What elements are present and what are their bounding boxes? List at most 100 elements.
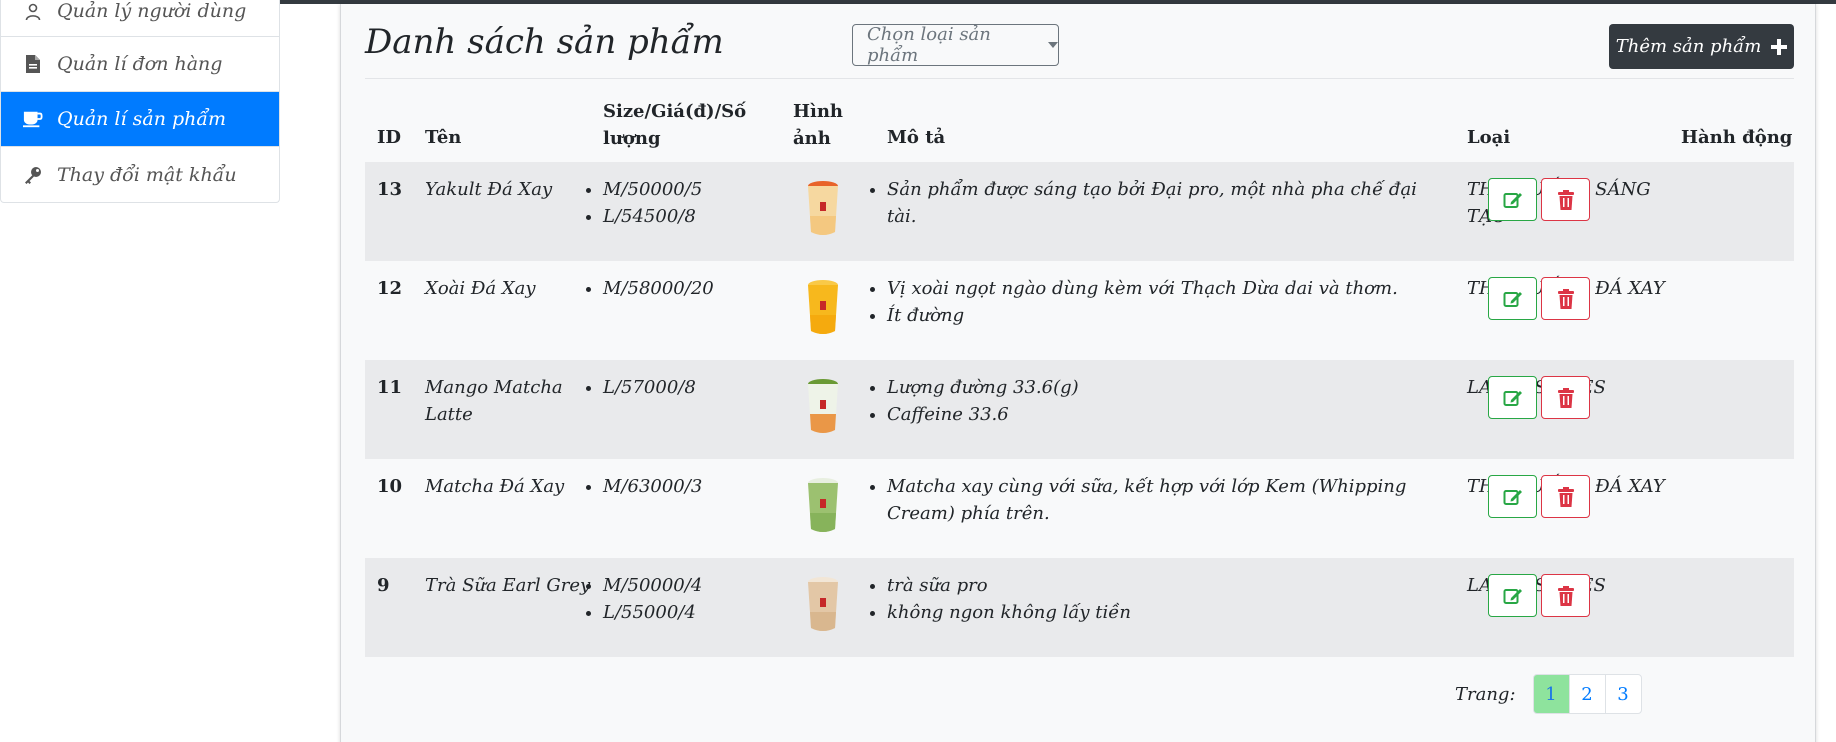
size-item: L/57000/8 <box>603 374 696 401</box>
cell-id: 12 <box>377 278 403 299</box>
edit-button[interactable] <box>1488 178 1537 221</box>
sidebar-item-users[interactable]: Quản lý người dùng <box>1 0 279 37</box>
description-item: Ít đường <box>887 302 1447 329</box>
description-item: Sản phẩm được sáng tạo bởi Đại pro, một … <box>887 176 1447 230</box>
category-select[interactable]: Chọn loại sản phẩm <box>852 24 1059 66</box>
header-name: Tên <box>425 127 462 148</box>
edit-button[interactable] <box>1488 277 1537 320</box>
header-actions: Hành động <box>1681 127 1793 148</box>
cell-description: Sản phẩm được sáng tạo bởi Đại pro, một … <box>887 176 1447 230</box>
product-image <box>808 280 838 334</box>
cell-name: Trà Sữa Earl Grey <box>425 575 591 596</box>
description-item: Lượng đường 33.6(g) <box>887 374 1447 401</box>
delete-button[interactable] <box>1541 376 1590 419</box>
sidebar-item-label: Quản lí sản phẩm <box>57 108 227 130</box>
cell-name: Yakult Đá Xay <box>425 179 553 200</box>
trash-icon <box>1557 387 1574 408</box>
edit-icon <box>1503 588 1522 604</box>
delete-button[interactable] <box>1541 277 1590 320</box>
header-size-line1: Size/Giá(đ)/Số <box>603 101 747 122</box>
delete-button[interactable] <box>1541 178 1590 221</box>
divider <box>365 78 1794 79</box>
sidebar-item-password[interactable]: Thay đổi mật khẩu <box>1 147 279 202</box>
cell-description: Vị xoài ngọt ngào dùng kèm với Thạch Dừa… <box>887 275 1447 329</box>
header-description: Mô tả <box>887 127 946 148</box>
description-item: Matcha xay cùng với sữa, kết hợp với lớp… <box>887 473 1447 527</box>
cell-description: Matcha xay cùng với sữa, kết hợp với lớp… <box>887 473 1447 527</box>
edit-button[interactable] <box>1488 475 1537 518</box>
sidebar-item-label: Quản lý người dùng <box>57 0 247 22</box>
header-size: Size/Giá(đ)/Số lượng <box>603 98 746 152</box>
product-table: ID Tên Size/Giá(đ)/Số lượng Hình ảnh Mô … <box>365 82 1794 657</box>
edit-button[interactable] <box>1488 574 1537 617</box>
header-image: Hình ảnh <box>793 98 843 152</box>
trash-icon <box>1557 585 1574 606</box>
cell-name: Xoài Đá Xay <box>425 278 536 299</box>
cell-sizes: L/57000/8 <box>603 374 696 401</box>
description-item: Vị xoài ngọt ngào dùng kèm với Thạch Dừa… <box>887 275 1447 302</box>
edit-button[interactable] <box>1488 376 1537 419</box>
trash-icon <box>1557 486 1574 507</box>
cell-sizes: M/50000/4L/55000/4 <box>603 572 702 626</box>
product-image <box>808 379 838 433</box>
size-item: L/55000/4 <box>603 599 702 626</box>
header-id: ID <box>377 127 402 148</box>
table-row: 11 Mango Matcha Latte L/57000/8 Lượng đư… <box>365 360 1794 459</box>
delete-button[interactable] <box>1541 574 1590 617</box>
size-item: L/54500/8 <box>603 203 702 230</box>
edit-icon <box>1503 390 1522 406</box>
trash-icon <box>1557 288 1574 309</box>
page-1-link[interactable]: 1 <box>1532 674 1570 714</box>
file-icon <box>23 54 43 74</box>
cell-id: 10 <box>377 476 403 497</box>
header-image-line2: ảnh <box>793 128 831 149</box>
table-row: 9 Trà Sữa Earl Grey M/50000/4L/55000/4 t… <box>365 558 1794 657</box>
header-size-line2: lượng <box>603 128 661 149</box>
table-row: 13 Yakult Đá Xay M/50000/5L/54500/8 Sản … <box>365 162 1794 261</box>
size-item: M/50000/5 <box>603 176 702 203</box>
edit-icon <box>1503 291 1522 307</box>
table-header: ID Tên Size/Giá(đ)/Số lượng Hình ảnh Mô … <box>365 82 1794 162</box>
size-item: M/63000/3 <box>603 473 702 500</box>
cell-description: Lượng đường 33.6(g)Caffeine 33.6 <box>887 374 1447 428</box>
cell-sizes: M/50000/5L/54500/8 <box>603 176 702 230</box>
sidebar-item-label: Quản lí đơn hàng <box>57 53 223 75</box>
edit-icon <box>1503 489 1522 505</box>
add-product-button[interactable]: Thêm sản phẩm <box>1609 24 1794 69</box>
page-title: Danh sách sản phẩm <box>365 22 724 62</box>
product-list-card: Danh sách sản phẩm Chọn loại sản phẩm Th… <box>340 4 1816 742</box>
trash-icon <box>1557 189 1574 210</box>
product-image <box>808 181 838 235</box>
header-category: Loại <box>1467 127 1511 148</box>
size-item: M/58000/20 <box>603 275 714 302</box>
description-item: không ngon không lấy tiền <box>887 599 1447 626</box>
sidebar: Quản lý người dùng Quản lí đơn hàng Quản… <box>0 0 280 203</box>
sidebar-item-products[interactable]: Quản lí sản phẩm <box>1 92 279 147</box>
product-image <box>808 478 838 532</box>
size-item: M/50000/4 <box>603 572 702 599</box>
key-icon <box>23 165 43 185</box>
cell-id: 13 <box>377 179 403 200</box>
pagination-label: Trang: <box>1455 683 1516 705</box>
sidebar-item-orders[interactable]: Quản lí đơn hàng <box>1 37 279 92</box>
chevron-down-icon <box>1048 42 1058 48</box>
plus-icon <box>1771 38 1788 55</box>
cell-id: 9 <box>377 575 390 596</box>
product-image <box>808 577 838 631</box>
pagination: Trang: 1 2 3 <box>1455 674 1642 714</box>
table-body: 13 Yakult Đá Xay M/50000/5L/54500/8 Sản … <box>365 162 1794 657</box>
user-icon <box>23 2 43 22</box>
header-image-line1: Hình <box>793 101 844 122</box>
page-3-link[interactable]: 3 <box>1604 674 1642 714</box>
table-row: 12 Xoài Đá Xay M/58000/20 Vị xoài ngọt n… <box>365 261 1794 360</box>
page-2-link[interactable]: 2 <box>1568 674 1606 714</box>
table-row: 10 Matcha Đá Xay M/63000/3 Matcha xay cù… <box>365 459 1794 558</box>
cell-sizes: M/58000/20 <box>603 275 714 302</box>
sidebar-item-label: Thay đổi mật khẩu <box>57 163 237 186</box>
cell-sizes: M/63000/3 <box>603 473 702 500</box>
cell-name: Matcha Đá Xay <box>425 476 565 497</box>
cell-description: trà sữa prokhông ngon không lấy tiền <box>887 572 1447 626</box>
delete-button[interactable] <box>1541 475 1590 518</box>
description-item: trà sữa pro <box>887 572 1447 599</box>
description-item: Caffeine 33.6 <box>887 401 1447 428</box>
